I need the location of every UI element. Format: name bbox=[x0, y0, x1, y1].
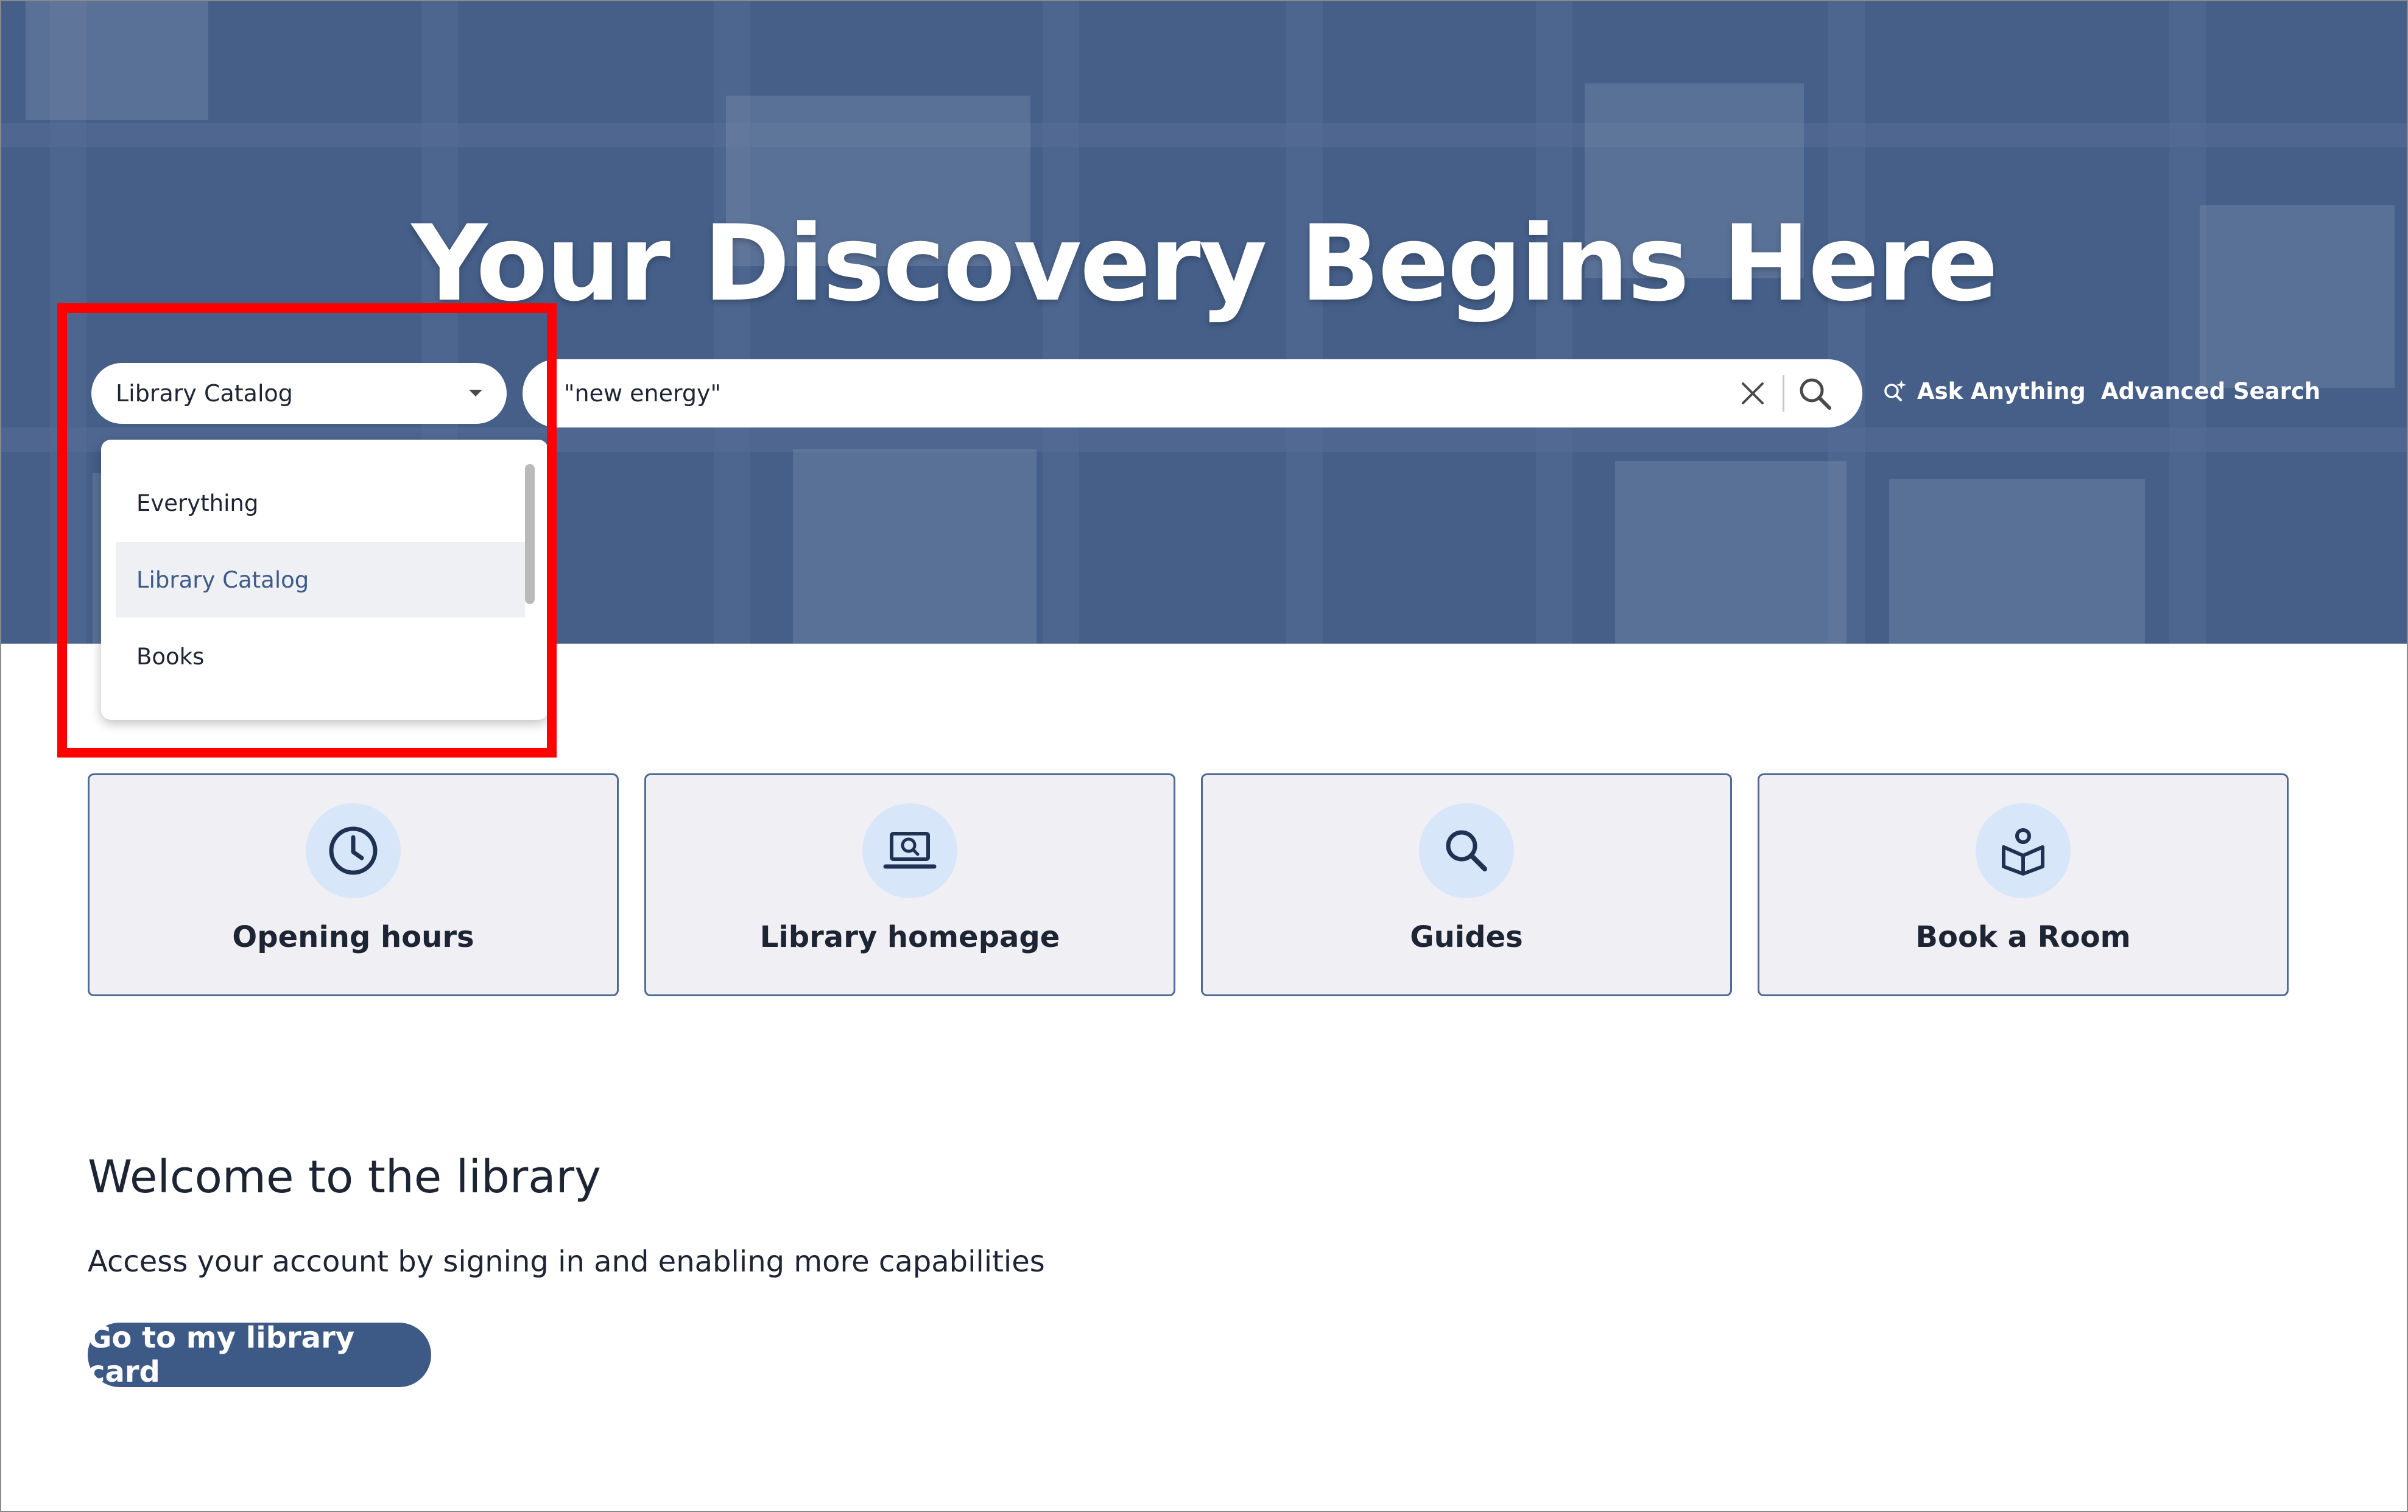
reading-room-icon bbox=[1976, 803, 2071, 898]
search-input[interactable] bbox=[563, 379, 1661, 407]
advanced-search-label: Advanced Search bbox=[2101, 378, 2321, 404]
welcome-title: Welcome to the library bbox=[88, 1151, 601, 1203]
quick-link-library-homepage[interactable]: Library homepage bbox=[644, 773, 1175, 996]
ask-anything-link[interactable]: Ask Anything bbox=[1881, 373, 2086, 409]
search-divider bbox=[1783, 375, 1784, 412]
highlight-annotation-box bbox=[57, 303, 557, 758]
search-icon[interactable] bbox=[1795, 374, 1834, 413]
ask-anything-label: Ask Anything bbox=[1917, 378, 2086, 404]
laptop-search-icon bbox=[862, 803, 957, 898]
magnifier-icon bbox=[1419, 803, 1514, 898]
quick-link-book-a-room[interactable]: Book a Room bbox=[1758, 773, 2289, 996]
clock-icon bbox=[306, 803, 401, 898]
quick-link-label: Opening hours bbox=[232, 920, 474, 954]
ai-search-icon bbox=[1884, 380, 1906, 401]
quick-link-guides[interactable]: Guides bbox=[1201, 773, 1732, 996]
advanced-search-link[interactable]: Advanced Search bbox=[2101, 373, 2320, 409]
quick-link-label: Library homepage bbox=[759, 920, 1060, 954]
clear-icon[interactable] bbox=[1737, 378, 1769, 409]
quick-link-opening-hours[interactable]: Opening hours bbox=[88, 773, 619, 996]
welcome-description: Access your account by signing in and en… bbox=[88, 1245, 1045, 1279]
library-card-button[interactable]: Go to my library card bbox=[88, 1321, 431, 1389]
search-box bbox=[523, 359, 1862, 427]
quick-link-label: Book a Room bbox=[1915, 920, 2131, 954]
quick-link-label: Guides bbox=[1410, 920, 1523, 954]
